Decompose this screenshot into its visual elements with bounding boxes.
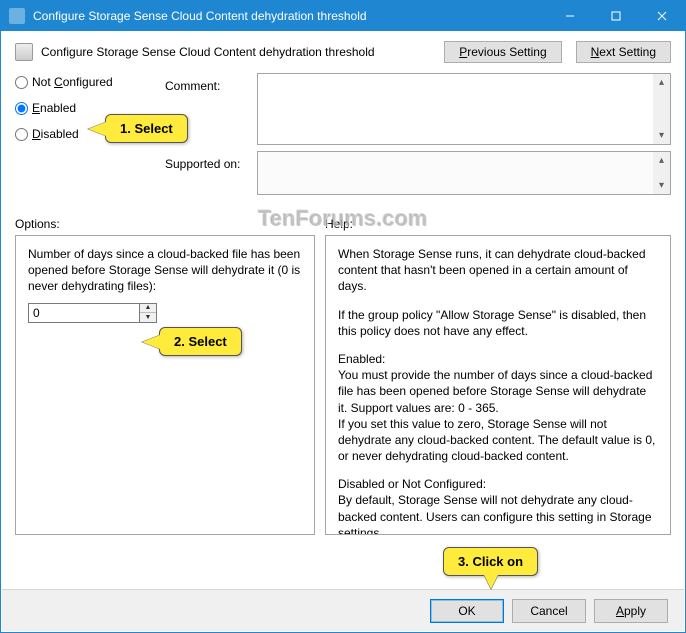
- help-text: If the group policy "Allow Storage Sense…: [338, 307, 658, 339]
- minimize-button[interactable]: [547, 1, 593, 31]
- spinner-up-button[interactable]: ▲: [140, 304, 156, 313]
- policy-icon: [15, 43, 33, 61]
- supported-on-textarea: ▴ ▾: [257, 151, 671, 195]
- apply-button[interactable]: Apply: [594, 599, 668, 623]
- panels-row: Number of days since a cloud-backed file…: [15, 235, 671, 535]
- help-panel: When Storage Sense runs, it can dehydrat…: [325, 235, 671, 535]
- previous-setting-button[interactable]: Previous Setting: [444, 41, 561, 63]
- enabled-label[interactable]: Enabled: [32, 101, 76, 115]
- comment-textarea[interactable]: ▴ ▾: [257, 73, 671, 145]
- fields-col: Comment: ▴ ▾ Supported on: ▴: [165, 73, 671, 201]
- help-text: When Storage Sense runs, it can dehydrat…: [338, 246, 658, 295]
- disabled-radio[interactable]: [15, 128, 28, 141]
- days-spinner[interactable]: ▲ ▼: [28, 303, 157, 323]
- options-section-label: Options:: [15, 217, 325, 231]
- scroll-down-icon[interactable]: ▾: [653, 177, 670, 194]
- not-configured-label[interactable]: Not Configured: [32, 75, 113, 89]
- maximize-button[interactable]: [593, 1, 639, 31]
- enabled-radio[interactable]: [15, 102, 28, 115]
- not-configured-radio[interactable]: [15, 76, 28, 89]
- content-area: Configure Storage Sense Cloud Content de…: [1, 31, 685, 535]
- dialog-button-bar: OK Cancel Apply: [2, 589, 684, 631]
- help-section-label: Help:: [325, 217, 671, 231]
- policy-title: Configure Storage Sense Cloud Content de…: [41, 45, 430, 59]
- disabled-label[interactable]: Disabled: [32, 127, 79, 141]
- window-controls: [547, 1, 685, 31]
- scroll-down-icon[interactable]: ▾: [653, 127, 670, 144]
- callout-3: 3. Click on: [443, 547, 538, 576]
- header-row: Configure Storage Sense Cloud Content de…: [15, 41, 671, 63]
- app-icon: [9, 8, 25, 24]
- section-labels: Options: Help:: [15, 217, 671, 231]
- help-text: Disabled or Not Configured:By default, S…: [338, 476, 658, 535]
- options-description: Number of days since a cloud-backed file…: [28, 246, 302, 295]
- spinner-down-button[interactable]: ▼: [140, 313, 156, 322]
- next-setting-button[interactable]: Next Setting: [576, 41, 671, 63]
- days-input[interactable]: [29, 304, 139, 322]
- scroll-up-icon[interactable]: ▴: [653, 74, 670, 91]
- scroll-up-icon[interactable]: ▴: [653, 152, 670, 169]
- help-text: Enabled:You must provide the number of d…: [338, 351, 658, 464]
- cancel-button[interactable]: Cancel: [512, 599, 586, 623]
- options-panel: Number of days since a cloud-backed file…: [15, 235, 315, 535]
- close-button[interactable]: [639, 1, 685, 31]
- ok-button[interactable]: OK: [430, 599, 504, 623]
- titlebar: Configure Storage Sense Cloud Content de…: [1, 1, 685, 31]
- supported-on-label: Supported on:: [165, 151, 257, 195]
- scrollbar[interactable]: ▴ ▾: [653, 74, 670, 144]
- scrollbar[interactable]: ▴ ▾: [653, 152, 670, 194]
- window-title: Configure Storage Sense Cloud Content de…: [33, 9, 547, 23]
- callout-1: 1. Select: [105, 114, 188, 143]
- callout-2: 2. Select: [159, 327, 242, 356]
- gpo-dialog-window: Configure Storage Sense Cloud Content de…: [0, 0, 686, 633]
